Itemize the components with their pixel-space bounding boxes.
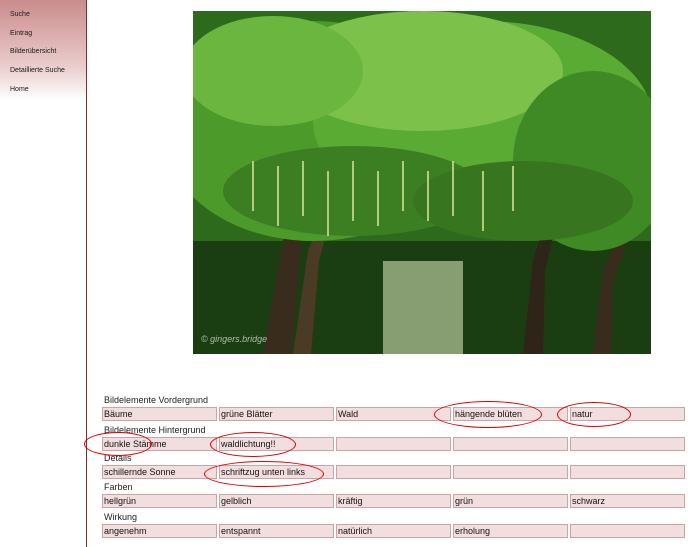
section-label-farben: Farben: [104, 482, 133, 492]
nav-item-home[interactable]: Home: [10, 86, 29, 93]
section-label-hintergrund: Bildelemente Hintergrund: [104, 425, 206, 435]
vordergrund-field-4[interactable]: hängende blüten: [453, 407, 568, 421]
nav-item-detaillierte-suche[interactable]: Detaillierte Suche: [10, 67, 65, 74]
hintergrund-field-1[interactable]: dunkle Stämme: [102, 437, 217, 451]
section-label-wirkung: Wirkung: [104, 512, 138, 522]
details-field-3[interactable]: [336, 465, 451, 479]
nav-item-suche[interactable]: Suche: [10, 11, 30, 18]
wirkung-field-3[interactable]: natürlich: [336, 524, 451, 538]
farben-field-5[interactable]: schwarz: [570, 494, 685, 508]
section-label-vordergrund: Bildelemente Vordergrund: [104, 395, 209, 405]
hintergrund-field-2[interactable]: waldlichtung!!: [219, 437, 334, 451]
farben-field-4[interactable]: grün: [453, 494, 568, 508]
wirkung-field-2[interactable]: entspannt: [219, 524, 334, 538]
section-label-details: Details: [104, 453, 132, 463]
sidebar-divider: [86, 0, 87, 547]
tree-photo-drawing: [193, 11, 651, 354]
vordergrund-field-2[interactable]: grüne Blätter: [219, 407, 334, 421]
details-field-1[interactable]: schillernde Sonne: [102, 465, 217, 479]
hintergrund-field-4[interactable]: [453, 437, 568, 451]
tree-photo: © gingers.bridge: [193, 11, 651, 354]
farben-field-2[interactable]: gelblich: [219, 494, 334, 508]
hintergrund-field-3[interactable]: [336, 437, 451, 451]
details-field-5[interactable]: [570, 465, 685, 479]
sidebar: Suche Eintrag Bilderübersicht Detaillier…: [0, 0, 86, 547]
hintergrund-field-5[interactable]: [570, 437, 685, 451]
farben-field-3[interactable]: kräftig: [336, 494, 451, 508]
photo-watermark: © gingers.bridge: [201, 334, 268, 344]
nav-item-eintrag[interactable]: Eintrag: [10, 30, 32, 37]
farben-field-1[interactable]: hellgrün: [102, 494, 217, 508]
wirkung-field-4[interactable]: erholung: [453, 524, 568, 538]
vordergrund-field-5[interactable]: natur: [570, 407, 685, 421]
wirkung-field-5[interactable]: [570, 524, 685, 538]
nav-item-bilderuebersicht[interactable]: Bilderübersicht: [10, 48, 56, 55]
details-field-4[interactable]: [453, 465, 568, 479]
wirkung-field-1[interactable]: angenehm: [102, 524, 217, 538]
vordergrund-field-3[interactable]: Wald: [336, 407, 451, 421]
vordergrund-field-1[interactable]: Bäume: [102, 407, 217, 421]
details-field-2[interactable]: schriftzug unten links: [219, 465, 334, 479]
